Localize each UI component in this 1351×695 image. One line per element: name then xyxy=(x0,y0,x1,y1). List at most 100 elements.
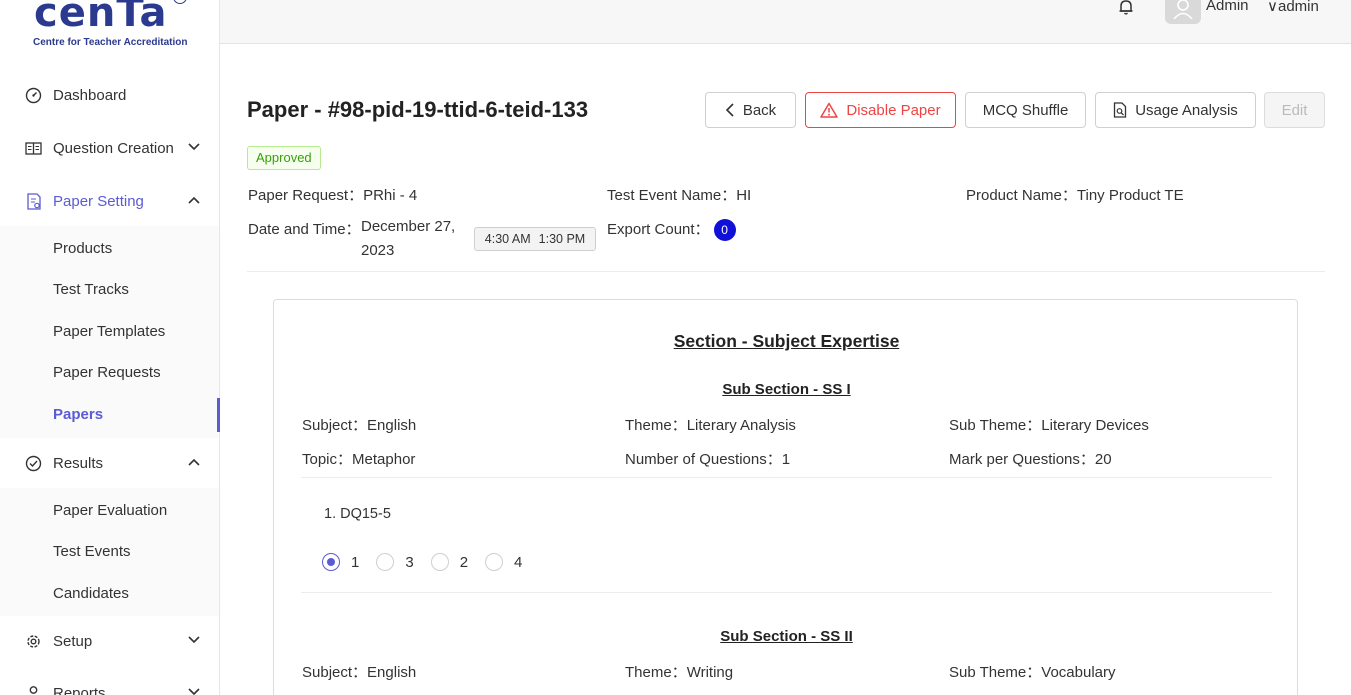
sidebar-item-label: Dashboard xyxy=(53,86,127,104)
user-name[interactable]: Admin xyxy=(1206,0,1249,14)
sidebar-item-products[interactable]: Products xyxy=(53,237,112,261)
subsection-title: Sub Section - SS II xyxy=(720,628,853,645)
mark-per-question-field: Mark per Questions：20 xyxy=(949,448,1112,469)
answer-options: 1 3 2 4 xyxy=(322,553,539,571)
user-menu-dropdown[interactable]: ∨admin xyxy=(1267,0,1319,15)
theme-field: Theme：Writing xyxy=(625,661,733,682)
question-divider xyxy=(301,592,1272,593)
results-submenu: Paper Evaluation Test Events Candidates xyxy=(0,488,219,616)
test-event-value: HI xyxy=(736,187,752,204)
chevron-down-icon xyxy=(188,636,200,644)
dashboard-icon xyxy=(25,87,42,104)
file-setting-icon xyxy=(25,192,42,210)
subsection-title: Sub Section - SS I xyxy=(722,381,851,398)
topic-label: Topic： xyxy=(302,451,353,468)
mcq-shuffle-button[interactable]: MCQ Shuffle xyxy=(965,92,1086,128)
time-range-chip: 4:30 AM 1:30 PM xyxy=(474,227,596,251)
logo-subtitle: Centre for Teacher Accreditation xyxy=(33,37,188,48)
sidebar-item-label: Paper Setting xyxy=(53,192,144,210)
sidebar: cenTa R Centre for Teacher Accreditation… xyxy=(0,0,220,695)
radio-unchecked-icon xyxy=(430,553,449,571)
usage-analysis-label: Usage Analysis xyxy=(1135,101,1238,119)
selected-indicator xyxy=(217,398,220,432)
date-line-2: 2023 xyxy=(361,242,395,259)
option-label: 4 xyxy=(514,553,523,571)
registered-mark: R xyxy=(173,0,187,4)
sub-theme-field: Sub Theme：Vocabulary xyxy=(949,661,1116,682)
subject-value: English xyxy=(367,417,417,434)
subject-field: Subject：English xyxy=(302,661,416,682)
number-of-questions-field: Number of Questions：1 xyxy=(625,448,790,469)
chevron-down-icon xyxy=(188,688,200,695)
subject-value: English xyxy=(367,664,417,681)
option-radio[interactable]: 1 xyxy=(322,553,359,571)
export-count-label: Export Count： xyxy=(607,221,710,238)
paper-request-field: Paper Request：PRhi - 4 xyxy=(248,184,417,205)
warning-icon xyxy=(820,102,839,118)
avatar[interactable] xyxy=(1165,0,1201,24)
export-count-badge: 0 xyxy=(713,219,736,242)
sidebar-item-question-creation[interactable]: Question Creation xyxy=(0,125,219,171)
back-button-label: Back xyxy=(742,101,777,119)
disable-paper-button[interactable]: Disable Paper xyxy=(805,92,956,128)
test-event-label: Test Event Name： xyxy=(607,187,737,204)
chevron-down-icon xyxy=(188,143,200,151)
option-radio[interactable]: 3 xyxy=(376,553,414,571)
topic-value: Metaphor xyxy=(352,451,416,468)
date-time-label: Date and Time： xyxy=(248,221,361,238)
sidebar-item-reports[interactable]: Reports xyxy=(0,670,219,695)
sub-theme-value: Vocabulary xyxy=(1041,664,1116,681)
theme-value: Writing xyxy=(686,664,734,681)
sub-theme-value: Literary Devices xyxy=(1041,417,1149,434)
sidebar-item-papers[interactable]: Papers xyxy=(53,403,103,427)
logo-word: cenTa xyxy=(34,0,168,36)
option-radio[interactable]: 2 xyxy=(430,553,469,571)
option-label: 2 xyxy=(459,553,469,571)
sidebar-item-results[interactable]: Results xyxy=(0,440,219,486)
export-count-field: Export Count： 0 xyxy=(607,218,736,242)
sidebar-item-dashboard[interactable]: Dashboard xyxy=(0,72,219,118)
sidebar-item-setup[interactable]: Setup xyxy=(0,618,219,664)
option-label: 1 xyxy=(351,553,360,571)
question-text: 1. DQ15-5 xyxy=(324,506,391,522)
product-name-label: Product Name： xyxy=(966,187,1077,204)
sidebar-item-paper-templates[interactable]: Paper Templates xyxy=(53,320,165,344)
chevron-up-icon xyxy=(188,458,200,466)
theme-field: Theme：Literary Analysis xyxy=(625,414,796,435)
edit-label: Edit xyxy=(1281,101,1308,119)
subsection-divider xyxy=(301,477,1272,478)
sidebar-item-paper-setting[interactable]: Paper Setting xyxy=(0,178,219,224)
usage-analysis-button[interactable]: Usage Analysis xyxy=(1095,92,1256,128)
subject-field: Subject：English xyxy=(302,414,416,435)
bell-icon[interactable] xyxy=(1117,0,1135,16)
sidebar-item-test-tracks[interactable]: Test Tracks xyxy=(53,278,129,302)
radio-unchecked-icon xyxy=(485,553,504,571)
sidebar-item-candidates[interactable]: Candidates xyxy=(53,582,129,606)
section-title: Section - Subject Expertise xyxy=(673,331,900,351)
sidebar-item-paper-evaluation[interactable]: Paper Evaluation xyxy=(53,499,167,523)
top-header: Admin ∨admin xyxy=(220,0,1351,44)
mark-per-question-label: Mark per Questions： xyxy=(949,451,1095,468)
mark-per-question-value: 20 xyxy=(1094,451,1112,468)
sidebar-item-label: Question Creation xyxy=(53,139,174,157)
time-start: 4:30 AM xyxy=(484,232,531,246)
theme-value: Literary Analysis xyxy=(686,417,796,434)
topic-field: Topic：Metaphor xyxy=(302,448,415,469)
back-button[interactable]: Back xyxy=(705,92,796,128)
subject-label: Subject： xyxy=(302,664,368,681)
sidebar-item-label: Results xyxy=(53,454,104,472)
product-name-field: Product Name：Tiny Product TE xyxy=(966,184,1184,205)
sidebar-item-test-events[interactable]: Test Events xyxy=(53,540,131,564)
sidebar-item-label: Reports xyxy=(53,684,106,695)
user-avatar-icon xyxy=(1173,0,1193,19)
sidebar-item-paper-requests[interactable]: Paper Requests xyxy=(53,361,161,385)
theme-label: Theme： xyxy=(625,664,687,681)
meta-divider xyxy=(247,271,1325,272)
paper-request-value: PRhi - 4 xyxy=(363,187,418,204)
book-icon xyxy=(25,140,42,157)
sidebar-item-label: Setup xyxy=(53,632,93,650)
edit-button[interactable]: Edit xyxy=(1264,92,1325,128)
centa-logo[interactable]: cenTa R Centre for Teacher Accreditation xyxy=(30,0,190,50)
status-badge: Approved xyxy=(247,146,321,170)
option-radio[interactable]: 4 xyxy=(485,553,522,571)
